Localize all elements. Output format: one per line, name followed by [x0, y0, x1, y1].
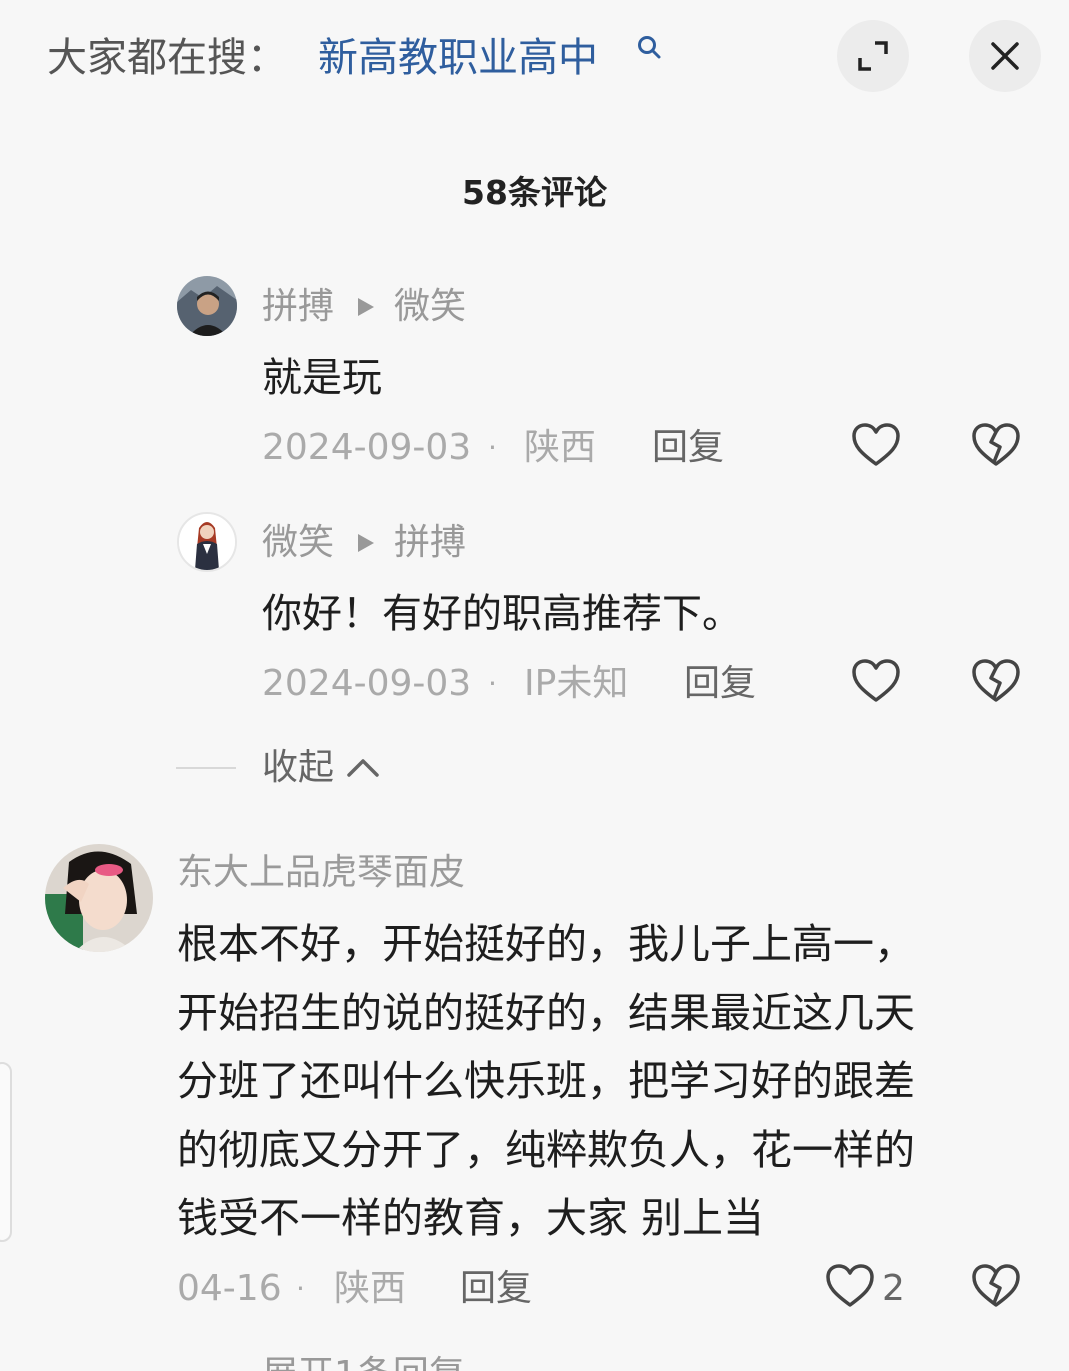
close-icon	[991, 42, 1019, 70]
reply-button[interactable]: 回复	[652, 423, 724, 473]
reply-to-user[interactable]: 拼搏	[394, 518, 466, 568]
reply-arrow-icon	[358, 534, 374, 552]
comment-location: 陕西	[334, 1268, 407, 1309]
avatar[interactable]	[45, 844, 153, 952]
reply-author[interactable]: 微笑	[262, 518, 334, 568]
avatar[interactable]	[177, 512, 237, 572]
like-count: 2	[882, 1268, 905, 1309]
like-icon[interactable]	[825, 1263, 875, 1309]
search-icon[interactable]	[636, 34, 662, 60]
reply-author[interactable]: 拼搏	[262, 282, 334, 332]
chevron-up-icon[interactable]	[346, 756, 380, 778]
side-drag-handle[interactable]	[0, 1062, 12, 1242]
expand-replies-link[interactable]: 展开1条回复	[262, 1350, 465, 1371]
comment-text-line: 开始招生的说的挺好的，结果最近这几天	[177, 988, 915, 1037]
reply-location: IP未知	[524, 663, 629, 704]
reply-date: 2024-09-03	[262, 427, 472, 468]
like-icon[interactable]	[851, 422, 901, 468]
comment-date: 04-16	[177, 1268, 282, 1309]
reply-text: 你好！有好的职高推荐下。	[262, 591, 742, 637]
dislike-icon[interactable]	[971, 658, 1021, 704]
collapse-divider	[176, 767, 236, 769]
comment-text-line: 根本不好，开始挺好的，我儿子上高一，	[177, 920, 915, 968]
reply-location: 陕西	[524, 427, 597, 468]
search-prefix-label: 大家都在搜：	[47, 35, 287, 81]
expand-button[interactable]	[837, 20, 909, 92]
reply-date: 2024-09-03	[262, 663, 472, 704]
reply-arrow-icon	[358, 298, 374, 316]
close-button[interactable]	[969, 20, 1041, 92]
reply-button[interactable]: 回复	[684, 659, 756, 709]
dislike-icon[interactable]	[971, 1263, 1021, 1309]
separator-dot: ·	[488, 431, 497, 464]
comment-count-title: 58条评论	[462, 173, 607, 212]
reply-text: 就是玩	[262, 355, 382, 401]
reply-button[interactable]: 回复	[460, 1264, 532, 1314]
comment-text-line: 钱受不一样的教育，大家 别上当	[177, 1194, 765, 1242]
reply-to-user[interactable]: 微笑	[394, 282, 466, 332]
avatar[interactable]	[177, 276, 237, 336]
comment-text-line: 分班了还叫什么快乐班，把学习好的跟差	[177, 1057, 915, 1105]
collapse-label: 收起	[262, 747, 335, 788]
dislike-icon[interactable]	[971, 422, 1021, 468]
trending-search-link[interactable]: 新高教职业高中	[318, 30, 598, 86]
comment-text: 根本不好，开始挺好的，我儿子上高一， 开始招生的说的挺好的，结果最近这几天 分班…	[177, 910, 997, 1253]
separator-dot: ·	[296, 1272, 305, 1305]
like-icon[interactable]	[851, 658, 901, 704]
separator-dot: ·	[488, 667, 497, 700]
expand-icon	[858, 41, 888, 71]
collapse-button[interactable]: 收起	[262, 743, 334, 793]
comment-author[interactable]: 东大上品虎琴面皮	[177, 848, 465, 898]
comment-text-line: 的彻底又分开了，纯粹欺负人，花一样的	[177, 1125, 915, 1174]
